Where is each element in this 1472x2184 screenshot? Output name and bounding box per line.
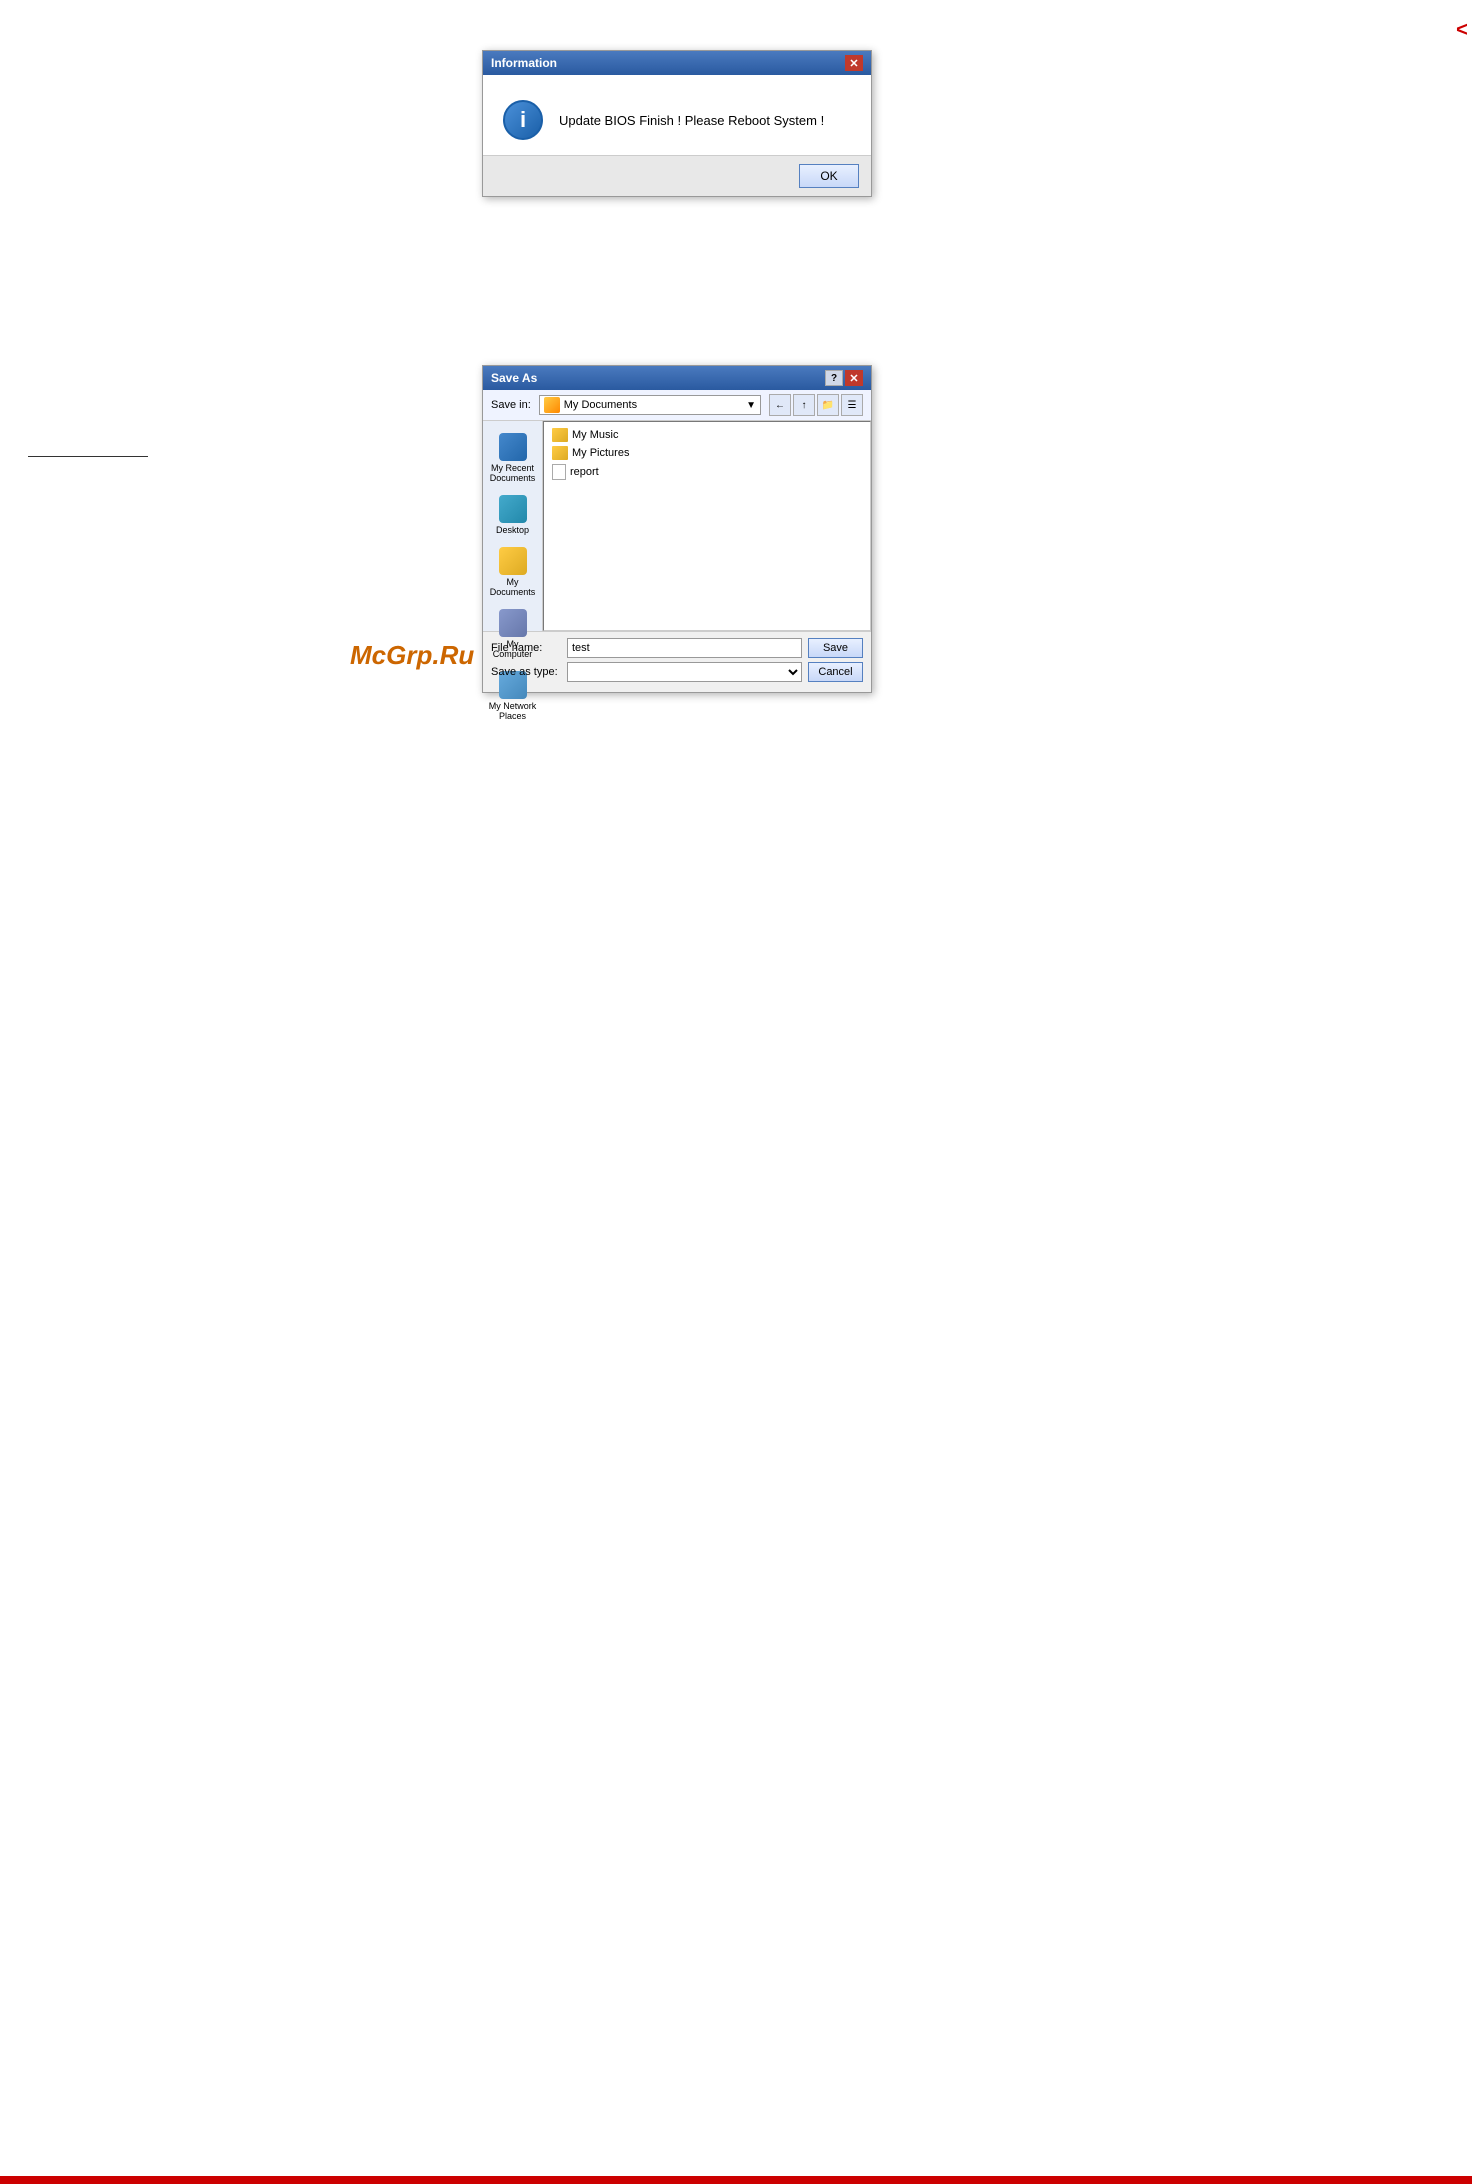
- my-computer-icon: [499, 609, 527, 637]
- folder-icon: [552, 428, 568, 442]
- saveas-toolbar: Save in: My Documents ▼ ← ↑ 📁 ☰: [483, 390, 871, 421]
- saveas-titlebar: Save As ? ✕: [483, 366, 871, 390]
- info-dialog-close-button[interactable]: ✕: [845, 55, 863, 71]
- sidebar-my-computer[interactable]: My Computer: [485, 605, 541, 663]
- my-documents-icon: [499, 547, 527, 575]
- filename-label: File name:: [491, 642, 561, 654]
- mcgrp-brand: McGrp.Ru: [350, 640, 474, 671]
- file-name: My Music: [572, 429, 618, 441]
- toolbar-back-button[interactable]: ←: [769, 394, 791, 416]
- saveas-dialog-title: Save As: [491, 371, 537, 385]
- saveas-titlebar-buttons: ? ✕: [825, 370, 863, 386]
- desktop-icon: [499, 495, 527, 523]
- file-name: report: [570, 466, 599, 478]
- desktop-label: Desktop: [496, 525, 529, 535]
- toolbar-up-button[interactable]: ↑: [793, 394, 815, 416]
- corner-arrow-icon: <: [1452, 0, 1472, 60]
- saveas-places-sidebar: My Recent Documents Desktop My Documents…: [483, 421, 543, 631]
- location-dropdown-arrow: ▼: [746, 400, 756, 411]
- horizontal-divider: [28, 456, 148, 457]
- recent-docs-icon: [499, 433, 527, 461]
- folder-icon: [552, 446, 568, 460]
- saveas-content: My Recent Documents Desktop My Documents…: [483, 421, 871, 631]
- info-dialog-footer: OK: [483, 155, 871, 196]
- toolbar-new-folder-button[interactable]: 📁: [817, 394, 839, 416]
- info-ok-button[interactable]: OK: [799, 164, 859, 188]
- info-dialog-title: Information: [491, 56, 557, 70]
- saveas-dialog: Save As ? ✕ Save in: My Documents ▼ ← ↑ …: [482, 365, 872, 693]
- sidebar-my-documents[interactable]: My Documents: [485, 543, 541, 601]
- information-dialog: Information ✕ i Update BIOS Finish ! Ple…: [482, 50, 872, 197]
- file-name: My Pictures: [572, 447, 629, 459]
- recent-docs-label: My Recent Documents: [487, 463, 539, 483]
- cancel-button[interactable]: Cancel: [808, 662, 863, 682]
- filetype-label: Save as type:: [491, 666, 561, 678]
- document-icon: [552, 464, 566, 480]
- save-in-label: Save in:: [491, 399, 531, 411]
- my-documents-label: My Documents: [487, 577, 539, 597]
- filetype-dropdown[interactable]: [567, 662, 802, 682]
- info-dialog-body: i Update BIOS Finish ! Please Reboot Sys…: [483, 75, 871, 155]
- info-icon: i: [503, 100, 543, 140]
- save-button[interactable]: Save: [808, 638, 863, 658]
- list-item[interactable]: My Pictures: [548, 444, 866, 462]
- bottom-bar: [0, 2176, 1472, 2184]
- saveas-close-button[interactable]: ✕: [845, 370, 863, 386]
- filename-input[interactable]: [567, 638, 802, 658]
- sidebar-desktop[interactable]: Desktop: [485, 491, 541, 539]
- saveas-file-listing[interactable]: My Music My Pictures report: [543, 421, 871, 631]
- info-message-text: Update BIOS Finish ! Please Reboot Syste…: [559, 113, 824, 128]
- location-text: My Documents: [564, 399, 637, 411]
- list-item[interactable]: My Music: [548, 426, 866, 444]
- info-dialog-titlebar: Information ✕: [483, 51, 871, 75]
- toolbar-views-button[interactable]: ☰: [841, 394, 863, 416]
- list-item[interactable]: report: [548, 462, 866, 482]
- sidebar-recent-documents[interactable]: My Recent Documents: [485, 429, 541, 487]
- saveas-bottom-panel: File name: Save Save as type: Cancel: [483, 631, 871, 692]
- filetype-row: Save as type: Cancel: [491, 662, 863, 682]
- save-location-dropdown[interactable]: My Documents ▼: [539, 395, 761, 415]
- filename-row: File name: Save: [491, 638, 863, 658]
- saveas-help-button[interactable]: ?: [825, 370, 843, 386]
- saveas-toolbar-icons: ← ↑ 📁 ☰: [769, 394, 863, 416]
- location-folder-icon: [544, 397, 560, 413]
- network-places-label: My Network Places: [487, 701, 539, 721]
